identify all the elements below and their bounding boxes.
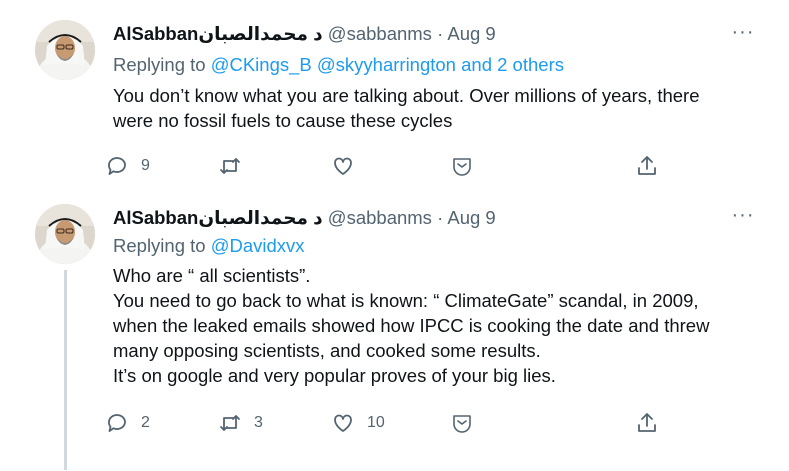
- thread-line: [64, 270, 67, 470]
- share-button[interactable]: [635, 152, 659, 180]
- retweet-count: 3: [254, 414, 263, 431]
- retweet-icon: [220, 158, 240, 174]
- replying-to: Replying to @CKings_B @skyyharrington an…: [113, 53, 564, 77]
- like-icon: [334, 414, 352, 432]
- share-button[interactable]: [635, 409, 659, 437]
- action-bar: 9: [105, 152, 675, 180]
- tweet-text-line: when the leaked emails showed how IPCC i…: [113, 315, 710, 336]
- tweet-text-line: You need to go back to what is known: “ …: [113, 290, 699, 311]
- tweet-date[interactable]: Aug 9: [447, 23, 495, 44]
- separator-dot: ·: [437, 23, 444, 44]
- reply-icon: [108, 414, 126, 432]
- separator-dot: ·: [437, 207, 444, 228]
- display-name[interactable]: AlSabban: [113, 23, 198, 44]
- retweet-button[interactable]: 3: [218, 409, 263, 437]
- more-options-button[interactable]: ···: [729, 22, 757, 45]
- avatar-image: [35, 204, 95, 264]
- more-options-button[interactable]: ···: [729, 205, 757, 228]
- tweet-date[interactable]: Aug 9: [447, 207, 495, 228]
- retweet-button[interactable]: [218, 152, 254, 180]
- retweet-icon: [220, 415, 240, 431]
- avatar[interactable]: [35, 20, 95, 80]
- hide-reply-button[interactable]: [450, 409, 474, 437]
- user-handle[interactable]: @sabbanms: [328, 23, 432, 44]
- replying-prefix: Replying to: [113, 54, 206, 75]
- display-name[interactable]: AlSabban: [113, 207, 198, 228]
- tweet-text-line: Who are “ all scientists”.: [113, 265, 311, 286]
- tweet-text-line: many opposing scientists, and cooked som…: [113, 340, 541, 361]
- mention-link[interactable]: @skyyharrington: [317, 54, 456, 75]
- display-name-arabic[interactable]: د محمدالصبان: [198, 207, 322, 228]
- tweet-text: You don’t know what you are talking abou…: [113, 83, 773, 133]
- moderation-icon: [453, 415, 471, 433]
- tweet[interactable]: AlSabbanد محمدالصبان @sabbanms · Aug 9 ·…: [0, 0, 789, 196]
- reply-button[interactable]: 2: [105, 409, 150, 437]
- like-button[interactable]: 10: [331, 409, 385, 437]
- tweet-text-line: You don’t know what you are talking abou…: [113, 85, 700, 106]
- avatar[interactable]: [35, 204, 95, 264]
- replying-to: Replying to @Davidxvx: [113, 234, 305, 258]
- mention-link[interactable]: @CKings_B: [211, 54, 312, 75]
- avatar-image: [35, 20, 95, 80]
- display-name-arabic[interactable]: د محمدالصبان: [198, 23, 322, 44]
- tweet-text-line: were no fossil fuels to cause these cycl…: [113, 110, 453, 131]
- tweet-header: AlSabbanد محمدالصبان @sabbanms · Aug 9: [113, 206, 496, 230]
- others-link[interactable]: and 2 others: [461, 54, 564, 75]
- tweet-header: AlSabbanد محمدالصبان @sabbanms · Aug 9: [113, 22, 496, 46]
- tweet-text-line: It’s on google and very popular proves o…: [113, 365, 556, 386]
- moderation-icon: [453, 158, 471, 176]
- share-icon: [638, 156, 656, 175]
- action-bar: 2 3 10: [105, 409, 675, 437]
- hide-reply-button[interactable]: [450, 152, 474, 180]
- reply-icon: [108, 157, 126, 175]
- reply-count: 9: [141, 157, 150, 174]
- tweet-text: Who are “ all scientists”. You need to g…: [113, 263, 773, 388]
- mention-link[interactable]: @Davidxvx: [211, 235, 305, 256]
- user-handle[interactable]: @sabbanms: [328, 207, 432, 228]
- replying-prefix: Replying to: [113, 235, 206, 256]
- like-icon: [334, 157, 352, 175]
- share-icon: [638, 413, 656, 432]
- tweet[interactable]: AlSabbanد محمدالصبان @sabbanms · Aug 9 ·…: [0, 196, 789, 471]
- like-button[interactable]: [331, 152, 367, 180]
- like-count: 10: [367, 414, 385, 431]
- reply-button[interactable]: 9: [105, 152, 150, 180]
- reply-count: 2: [141, 414, 150, 431]
